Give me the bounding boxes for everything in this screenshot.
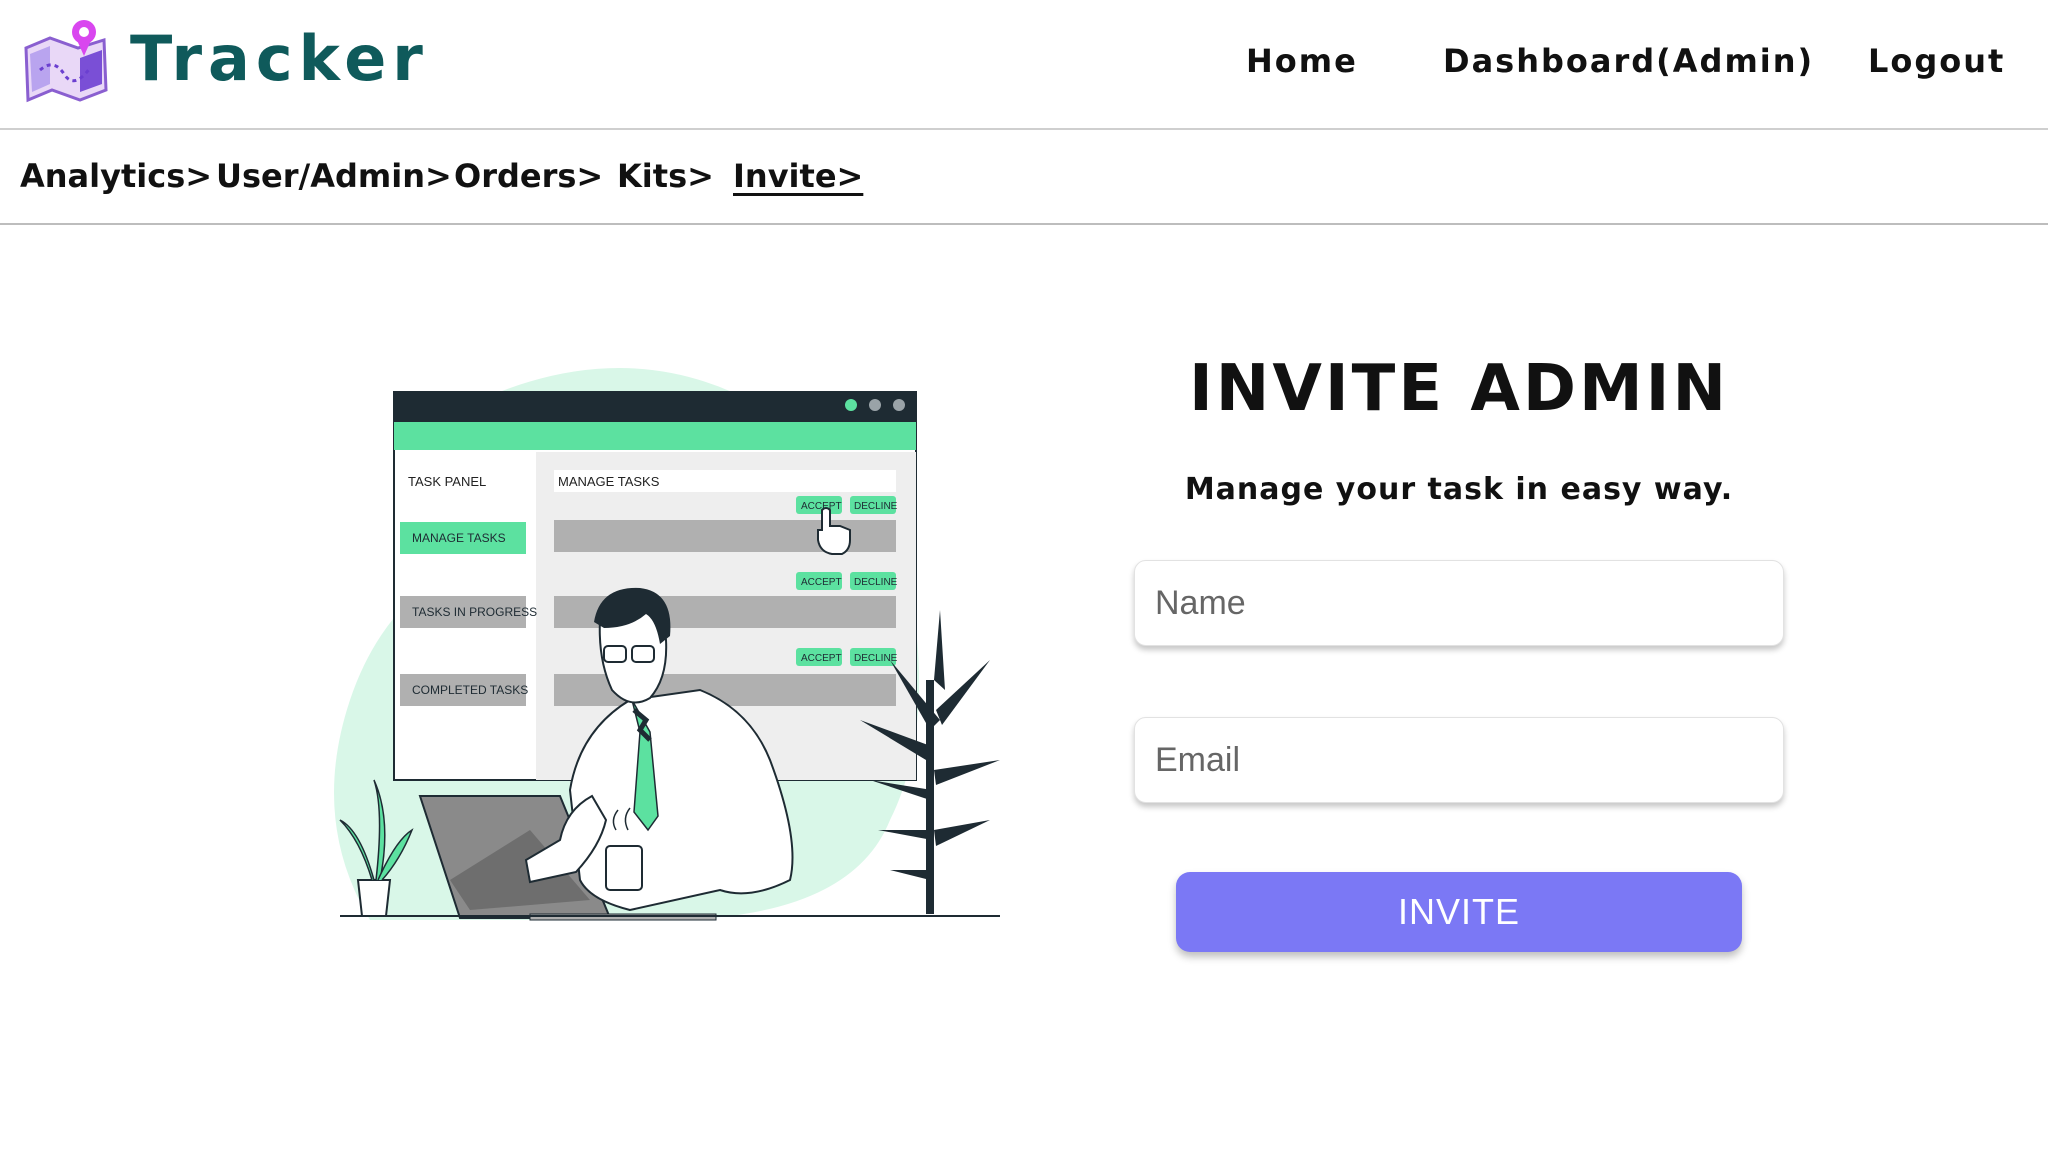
email-field-container — [1134, 717, 1784, 803]
invite-button[interactable]: INVITE — [1176, 872, 1742, 952]
accept-label: ACCEPT — [801, 653, 842, 664]
nav-home-link[interactable]: Home — [1246, 42, 1358, 80]
top-navbar: Tracker Home Dashboard(Admin) Logout — [0, 0, 2048, 130]
nav-logout-link[interactable]: Logout — [1868, 42, 2005, 80]
task-panel-label: TASK PANEL — [408, 474, 486, 489]
email-input[interactable] — [1135, 718, 1783, 802]
subnav-kits[interactable]: Kits> — [617, 157, 714, 195]
breadcrumb: Analytics> User/Admin> Orders> Kits> Inv… — [0, 131, 2048, 225]
decline-label: DECLINE — [854, 577, 898, 588]
sidebar-completed-tasks: COMPLETED TASKS — [412, 683, 528, 697]
nav-dashboard-link[interactable]: Dashboard(Admin) — [1443, 42, 1814, 80]
task-management-illustration: TASK PANEL MANAGE TASKS MANAGE TASKS TAS… — [334, 368, 1000, 921]
name-field-container — [1134, 560, 1784, 646]
subnav-user-admin[interactable]: User/Admin> — [216, 157, 452, 195]
name-input[interactable] — [1135, 561, 1783, 645]
sidebar-manage-tasks: MANAGE TASKS — [412, 531, 506, 545]
sidebar-tasks-in-progress: TASKS IN PROGRESS — [412, 605, 537, 619]
page-title: INVITE ADMIN — [1188, 352, 1730, 426]
manage-tasks-header: MANAGE TASKS — [558, 474, 660, 489]
page-subtitle: Manage your task in easy way. — [1184, 472, 1734, 507]
decline-label: DECLINE — [854, 501, 898, 512]
decline-label: DECLINE — [854, 653, 898, 664]
accept-label: ACCEPT — [801, 577, 842, 588]
map-pin-logo-icon[interactable] — [20, 18, 112, 110]
subnav-invite[interactable]: Invite> — [733, 157, 863, 195]
subnav-analytics[interactable]: Analytics> — [20, 157, 212, 195]
subnav-orders[interactable]: Orders> — [454, 157, 603, 195]
brand-name: Tracker — [130, 22, 429, 95]
